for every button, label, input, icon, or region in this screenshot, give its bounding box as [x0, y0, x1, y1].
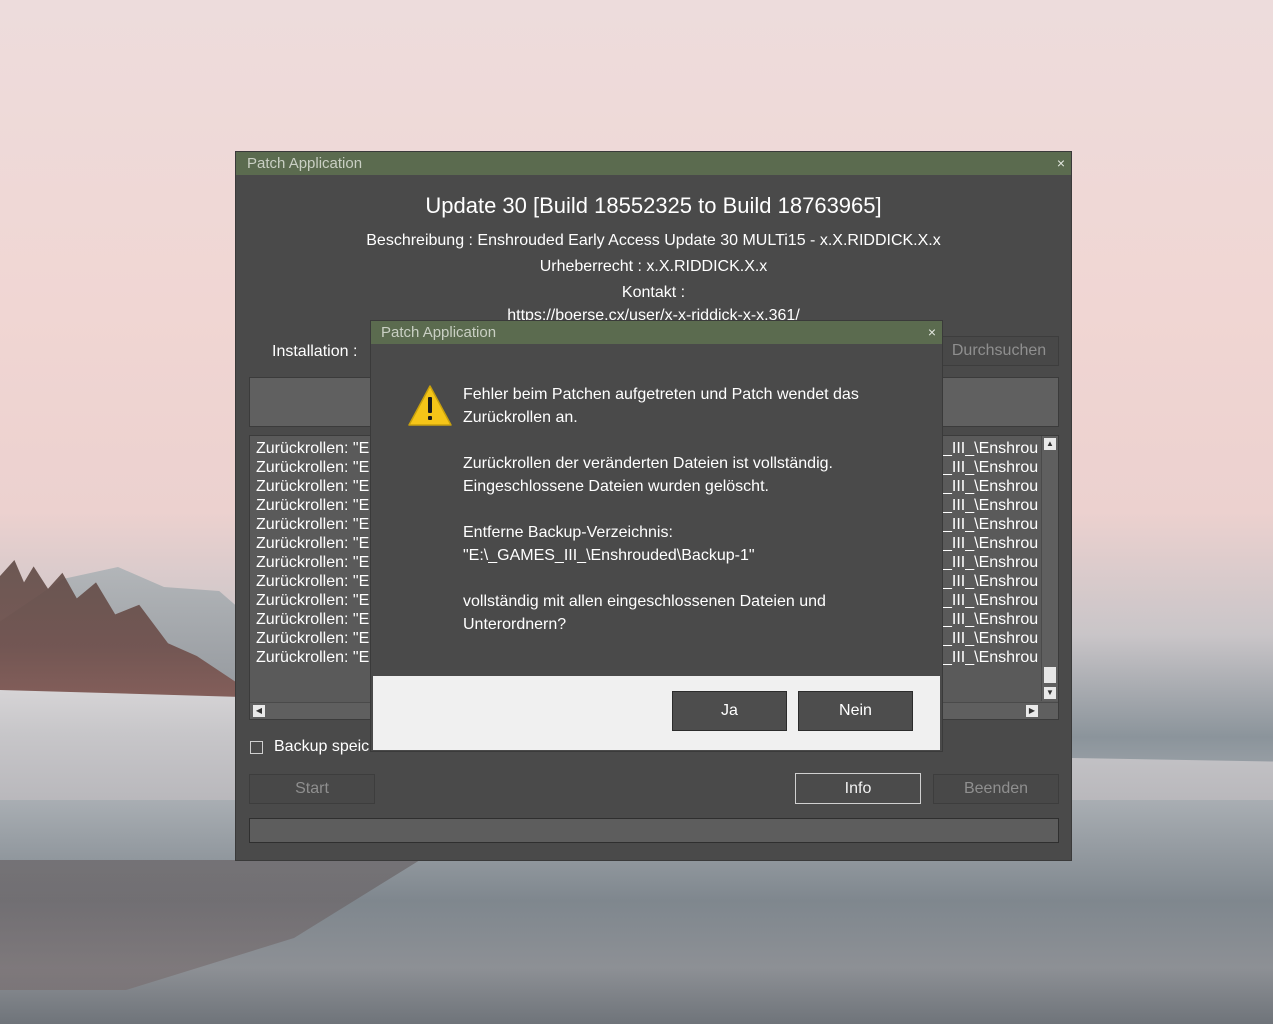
message-backup-label: Entferne Backup-Verzeichnis: — [463, 524, 673, 541]
warning-icon — [408, 385, 452, 426]
message-backup-line: Entferne Backup-Verzeichnis: "E:\_GAMES_… — [463, 521, 923, 567]
close-icon[interactable]: × — [1057, 152, 1065, 175]
log-line: _III_\Enshrou — [943, 573, 1039, 590]
vertical-scrollbar[interactable]: ▲ ▼ — [1041, 436, 1058, 701]
log-line: _III_\Enshrou — [943, 630, 1039, 647]
message-rollback-line: Zurückrollen der veränderten Dateien ist… — [463, 455, 833, 495]
log-line: Zurückrollen: "E — [256, 497, 370, 514]
backup-label: Backup speich — [274, 738, 379, 755]
message-error-line: Fehler beim Patchen aufgetreten und Patc… — [463, 386, 859, 426]
log-line: _III_\Enshrou — [943, 649, 1039, 666]
log-line: _III_\Enshrou — [943, 440, 1039, 457]
progress-bar — [249, 818, 1059, 843]
no-button[interactable]: Nein — [798, 691, 913, 731]
dialog-message: Fehler beim Patchen aufgetreten und Patc… — [463, 383, 923, 659]
update-heading: Update 30 [Build 18552325 to Build 18763… — [425, 193, 882, 218]
log-line: Zurückrollen: "E — [256, 649, 370, 666]
message-question-line: vollständig mit allen eingeschlossenen D… — [463, 593, 826, 633]
log-line: _III_\Enshrou — [943, 459, 1039, 476]
log-lines-right: _III_\Enshrou _III_\Enshrou _III_\Enshro… — [943, 439, 1041, 667]
yes-button[interactable]: Ja — [672, 691, 787, 731]
dialog-close-icon[interactable]: × — [928, 321, 936, 344]
log-lines-left: Zurückrollen: "E Zurückrollen: "E Zurück… — [256, 439, 369, 667]
window-title: Patch Application — [247, 155, 363, 172]
dialog-button-bar: Ja Nein — [373, 676, 940, 750]
info-button[interactable]: Info — [795, 773, 921, 804]
log-line: Zurückrollen: "E — [256, 516, 370, 533]
log-line: _III_\Enshrou — [943, 516, 1039, 533]
dialog-title: Patch Application — [381, 324, 497, 341]
scroll-left-icon[interactable]: ◀ — [253, 705, 265, 717]
log-line: Zurückrollen: "E — [256, 592, 370, 609]
scroll-right-icon[interactable]: ▶ — [1026, 705, 1038, 717]
log-line: Zurückrollen: "E — [256, 573, 370, 590]
backup-checkbox[interactable] — [250, 741, 263, 754]
log-line: Zurückrollen: "E — [256, 440, 370, 457]
copyright-text: Urheberrecht : x.X.RIDDICK.X.x — [539, 258, 768, 275]
log-line: _III_\Enshrou — [943, 554, 1039, 571]
quit-button[interactable]: Beenden — [933, 774, 1059, 804]
log-line: _III_\Enshrou — [943, 611, 1039, 628]
log-line: _III_\Enshrou — [943, 535, 1039, 552]
log-line: _III_\Enshrou — [943, 497, 1039, 514]
scrollbar-thumb[interactable] — [1044, 667, 1056, 683]
log-line: _III_\Enshrou — [943, 478, 1039, 495]
log-line: Zurückrollen: "E — [256, 535, 370, 552]
scroll-down-icon[interactable]: ▼ — [1044, 687, 1056, 699]
scroll-up-icon[interactable]: ▲ — [1044, 438, 1056, 450]
log-line: Zurückrollen: "E — [256, 459, 370, 476]
window-titlebar[interactable]: Patch Application × — [236, 152, 1071, 175]
contact-label: Kontakt : — [621, 284, 686, 301]
installation-label: Installation : — [272, 343, 358, 360]
dialog-titlebar[interactable]: Patch Application × — [371, 321, 942, 344]
log-line: Zurückrollen: "E — [256, 554, 370, 571]
confirm-dialog: Patch Application × Fehler beim Patchen … — [370, 320, 943, 752]
log-line: Zurückrollen: "E — [256, 611, 370, 628]
log-line: _III_\Enshrou — [943, 592, 1039, 609]
message-backup-path: "E:\_GAMES_III_\Enshrouded\Backup-1" — [463, 547, 755, 564]
log-line: Zurückrollen: "E — [256, 478, 370, 495]
log-line: Zurückrollen: "E — [256, 630, 370, 647]
description-text: Beschreibung : Enshrouded Early Access U… — [366, 232, 941, 249]
browse-button[interactable]: Durchsuchen — [939, 336, 1059, 366]
contact-link[interactable]: https://boerse.cx/user/x-x-riddick-x-x.3… — [236, 307, 1071, 321]
start-button[interactable]: Start — [249, 774, 375, 804]
